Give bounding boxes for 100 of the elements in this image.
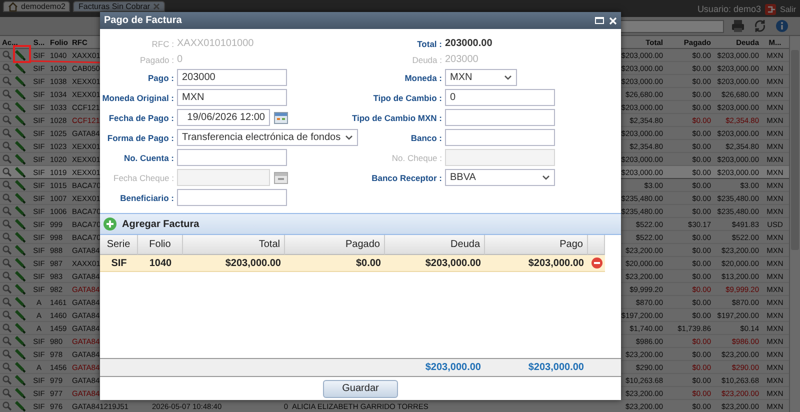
remove-icon[interactable] — [590, 257, 602, 269]
input-field[interactable]: 0 — [445, 89, 555, 106]
caret-icon — [344, 134, 353, 140]
column-header[interactable]: Serie — [100, 235, 138, 255]
input-field[interactable] — [177, 149, 287, 166]
search-icon[interactable] — [2, 180, 12, 190]
pencil-icon[interactable] — [15, 362, 26, 372]
search-icon[interactable] — [2, 141, 12, 151]
field-label: Pago : — [148, 73, 174, 83]
search-icon[interactable] — [2, 271, 12, 281]
search-icon[interactable] — [2, 154, 12, 164]
pencil-icon[interactable] — [15, 336, 26, 346]
search-icon[interactable] — [2, 76, 12, 86]
pencil-icon[interactable] — [15, 296, 26, 308]
search-icon[interactable] — [2, 297, 12, 307]
pencil-icon[interactable] — [15, 322, 26, 334]
search-icon[interactable] — [2, 258, 12, 268]
pencil-icon[interactable] — [15, 218, 26, 230]
field-label: Total : — [417, 39, 442, 49]
search-icon[interactable] — [2, 284, 12, 294]
input-field[interactable] — [445, 129, 555, 146]
search-icon[interactable] — [2, 401, 12, 411]
dropdown-value: Transferencia electrónica de fondos — [182, 132, 341, 143]
table-cell: SIF — [100, 255, 138, 272]
pencil-icon[interactable] — [15, 50, 26, 60]
pencil-icon[interactable] — [15, 258, 26, 268]
add-invoice-button[interactable]: Agregar Factura — [103, 217, 200, 231]
search-icon[interactable] — [2, 102, 12, 112]
pencil-icon[interactable] — [15, 192, 26, 204]
input-field[interactable] — [445, 109, 555, 126]
search-icon[interactable] — [2, 167, 12, 177]
pencil-icon[interactable] — [15, 88, 26, 100]
input-field[interactable] — [177, 189, 287, 206]
dropdown[interactable]: Transferencia electrónica de fondos — [177, 129, 358, 146]
scrollbar[interactable] — [789, 36, 800, 412]
search-icon[interactable] — [2, 375, 12, 385]
column-header[interactable]: Deuda — [385, 235, 485, 255]
date-field[interactable]: 19/06/2026 12:00 — [177, 109, 270, 126]
column-header[interactable]: Folio — [138, 235, 183, 255]
calendar-icon[interactable] — [274, 172, 288, 184]
pencil-icon[interactable] — [15, 128, 26, 138]
pencil-icon[interactable] — [15, 244, 26, 256]
search-icon[interactable] — [2, 206, 12, 216]
pencil-icon[interactable] — [15, 348, 26, 360]
refresh-icon[interactable] — [753, 19, 767, 33]
search-icon[interactable] — [2, 193, 12, 203]
search-icon[interactable] — [2, 362, 12, 372]
column-header[interactable]: Pagado — [285, 235, 385, 255]
field-value: 203000.00 — [445, 38, 492, 49]
search-icon[interactable] — [2, 232, 12, 242]
search-icon[interactable] — [2, 349, 12, 359]
pencil-icon[interactable] — [15, 284, 26, 294]
pencil-icon[interactable] — [15, 114, 26, 126]
table-cell: $203,000.00 — [485, 255, 588, 272]
dropdown-value: MXN — [450, 72, 472, 83]
pencil-icon[interactable] — [15, 388, 26, 398]
pencil-icon[interactable] — [15, 374, 26, 386]
table-cell: $203,000.00 — [183, 255, 285, 272]
pencil-icon[interactable] — [15, 310, 26, 320]
pencil-icon[interactable] — [15, 180, 26, 190]
field-label: No. Cuenta : — [124, 153, 174, 163]
search-icon[interactable] — [2, 245, 12, 255]
input-field[interactable]: MXN — [177, 89, 287, 106]
pencil-icon[interactable] — [15, 270, 26, 282]
pencil-icon[interactable] — [15, 154, 26, 164]
printer-icon[interactable] — [731, 19, 745, 33]
pencil-icon[interactable] — [15, 76, 26, 86]
search-icon[interactable] — [2, 388, 12, 398]
user-label: Usuario: demo3 — [697, 4, 761, 14]
field-label: Banco : — [410, 133, 442, 143]
dropdown-value: BBVA — [450, 172, 476, 183]
search-icon[interactable] — [2, 50, 12, 60]
pencil-icon[interactable] — [15, 102, 26, 112]
pencil-icon[interactable] — [15, 62, 26, 74]
pencil-icon[interactable] — [15, 232, 26, 242]
pencil-icon[interactable] — [15, 140, 26, 152]
dropdown[interactable]: MXN — [445, 69, 517, 86]
info-icon[interactable] — [775, 19, 789, 33]
save-button[interactable]: Guardar — [323, 380, 398, 398]
search-icon[interactable] — [2, 128, 12, 138]
column-header[interactable]: Pago — [485, 235, 588, 255]
exit-icon[interactable] — [764, 4, 776, 14]
column-header[interactable]: Total — [183, 235, 285, 255]
table-cell: $203,000.00 — [385, 255, 485, 272]
search-icon[interactable] — [2, 89, 12, 99]
field-value: 203000 — [445, 54, 478, 65]
calendar-icon[interactable] — [274, 112, 288, 124]
dropdown[interactable]: BBVA — [445, 169, 555, 186]
search-icon[interactable] — [2, 63, 12, 73]
search-icon[interactable] — [2, 323, 12, 333]
search-icon[interactable] — [2, 310, 12, 320]
pencil-icon[interactable] — [15, 400, 26, 412]
pencil-icon[interactable] — [15, 166, 26, 178]
pencil-icon[interactable] — [15, 206, 26, 216]
field-label: No. Cheque : — [392, 153, 442, 163]
search-icon[interactable] — [2, 115, 12, 125]
search-icon[interactable] — [2, 336, 12, 346]
maximize-icon[interactable] — [595, 16, 604, 25]
input-field[interactable]: 203000 — [177, 69, 287, 86]
search-icon[interactable] — [2, 219, 12, 229]
